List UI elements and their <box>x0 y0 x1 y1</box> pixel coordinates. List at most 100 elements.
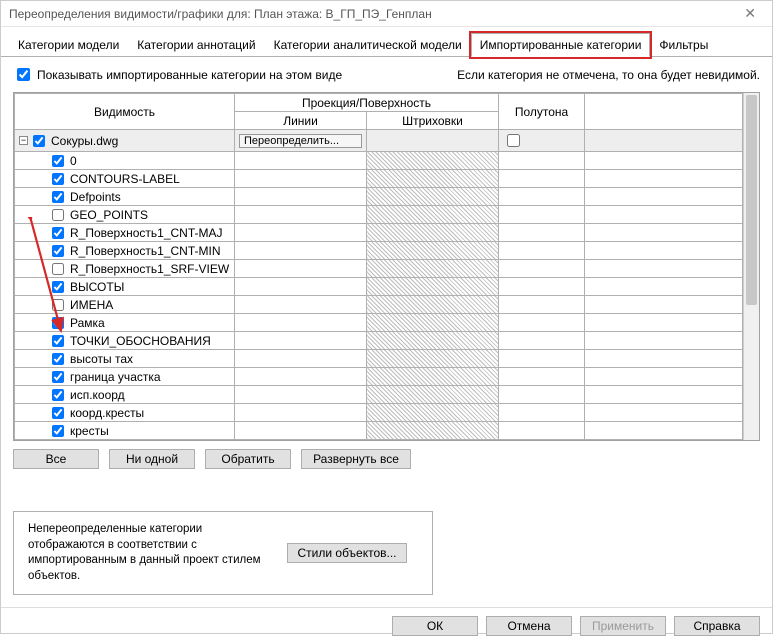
hatch-cell[interactable] <box>367 224 499 242</box>
halftone-cell[interactable] <box>499 296 585 314</box>
lines-cell[interactable] <box>235 278 367 296</box>
table-row[interactable]: высоты тах <box>15 350 743 368</box>
halftone-cell[interactable] <box>499 152 585 170</box>
show-imported-checkbox[interactable]: Показывать импортированные категории на … <box>13 65 342 84</box>
halftone-cell[interactable] <box>499 206 585 224</box>
table-row-root[interactable]: − Сокуры.dwg Переопределить... <box>15 130 743 152</box>
table-row[interactable]: ИМЕНА <box>15 296 743 314</box>
lines-cell[interactable] <box>235 152 367 170</box>
lines-cell[interactable] <box>235 368 367 386</box>
hatch-cell[interactable] <box>367 314 499 332</box>
root-hatch-cell[interactable] <box>367 130 499 152</box>
tab-filters[interactable]: Фильтры <box>650 33 717 57</box>
lines-cell[interactable] <box>235 206 367 224</box>
expand-toggle-icon[interactable]: − <box>19 136 28 145</box>
lines-cell[interactable] <box>235 296 367 314</box>
row-checkbox[interactable] <box>52 299 64 311</box>
table-row[interactable]: CONTOURS-LABEL <box>15 170 743 188</box>
table-row[interactable]: 0 <box>15 152 743 170</box>
halftone-cell[interactable] <box>499 404 585 422</box>
row-checkbox[interactable] <box>52 281 64 293</box>
override-lines-button[interactable]: Переопределить... <box>239 134 362 148</box>
halftone-cell[interactable] <box>499 242 585 260</box>
show-imported-input[interactable] <box>17 68 30 81</box>
halftone-cell[interactable] <box>499 350 585 368</box>
halftone-cell[interactable] <box>499 224 585 242</box>
table-row[interactable]: ВЫСОТЫ <box>15 278 743 296</box>
cancel-button[interactable]: Отмена <box>486 616 572 636</box>
hatch-cell[interactable] <box>367 206 499 224</box>
halftone-cell[interactable] <box>499 170 585 188</box>
row-checkbox[interactable] <box>52 227 64 239</box>
hatch-cell[interactable] <box>367 260 499 278</box>
lines-cell[interactable] <box>235 260 367 278</box>
hatch-cell[interactable] <box>367 422 499 440</box>
hatch-cell[interactable] <box>367 278 499 296</box>
hatch-cell[interactable] <box>367 188 499 206</box>
ok-button[interactable]: ОК <box>392 616 478 636</box>
help-button[interactable]: Справка <box>674 616 760 636</box>
lines-cell[interactable] <box>235 242 367 260</box>
table-row[interactable]: R_Поверхность1_SRF-VIEW <box>15 260 743 278</box>
row-checkbox[interactable] <box>52 155 64 167</box>
row-checkbox[interactable] <box>52 173 64 185</box>
row-checkbox[interactable] <box>52 263 64 275</box>
table-row[interactable]: исп.коорд <box>15 386 743 404</box>
halftone-cell[interactable] <box>499 422 585 440</box>
root-halftone-checkbox[interactable] <box>507 134 520 147</box>
table-row[interactable]: Рамка <box>15 314 743 332</box>
table-row[interactable]: ТОЧКИ_ОБОСНОВАНИЯ <box>15 332 743 350</box>
halftone-cell[interactable] <box>499 332 585 350</box>
halftone-cell[interactable] <box>499 314 585 332</box>
root-checkbox[interactable] <box>33 135 45 147</box>
lines-cell[interactable] <box>235 170 367 188</box>
hatch-cell[interactable] <box>367 152 499 170</box>
hatch-cell[interactable] <box>367 242 499 260</box>
row-checkbox[interactable] <box>52 317 64 329</box>
row-checkbox[interactable] <box>52 425 64 437</box>
hatch-cell[interactable] <box>367 296 499 314</box>
expand-all-button[interactable]: Развернуть все <box>301 449 411 469</box>
select-all-button[interactable]: Все <box>13 449 99 469</box>
vertical-scrollbar[interactable] <box>743 93 759 440</box>
hatch-cell[interactable] <box>367 368 499 386</box>
tab-model[interactable]: Категории модели <box>9 33 128 57</box>
table-row[interactable]: Defpoints <box>15 188 743 206</box>
row-checkbox[interactable] <box>52 335 64 347</box>
lines-cell[interactable] <box>235 314 367 332</box>
lines-cell[interactable] <box>235 188 367 206</box>
row-checkbox[interactable] <box>52 371 64 383</box>
row-checkbox[interactable] <box>52 407 64 419</box>
tab-annotation[interactable]: Категории аннотаций <box>128 33 264 57</box>
hatch-cell[interactable] <box>367 332 499 350</box>
row-checkbox[interactable] <box>52 389 64 401</box>
object-styles-button[interactable]: Стили объектов... <box>287 543 407 563</box>
hatch-cell[interactable] <box>367 350 499 368</box>
scrollbar-thumb[interactable] <box>746 95 757 305</box>
table-row[interactable]: R_Поверхность1_CNT-MAJ <box>15 224 743 242</box>
lines-cell[interactable] <box>235 224 367 242</box>
row-checkbox[interactable] <box>52 209 64 221</box>
hatch-cell[interactable] <box>367 386 499 404</box>
table-row[interactable]: R_Поверхность1_CNT-MIN <box>15 242 743 260</box>
halftone-cell[interactable] <box>499 278 585 296</box>
lines-cell[interactable] <box>235 350 367 368</box>
halftone-cell[interactable] <box>499 260 585 278</box>
lines-cell[interactable] <box>235 422 367 440</box>
table-row[interactable]: кресты <box>15 422 743 440</box>
tab-analytical[interactable]: Категории аналитической модели <box>265 33 471 57</box>
lines-cell[interactable] <box>235 404 367 422</box>
halftone-cell[interactable] <box>499 368 585 386</box>
halftone-cell[interactable] <box>499 188 585 206</box>
halftone-cell[interactable] <box>499 386 585 404</box>
row-checkbox[interactable] <box>52 191 64 203</box>
hatch-cell[interactable] <box>367 170 499 188</box>
lines-cell[interactable] <box>235 386 367 404</box>
table-row[interactable]: GEO_POINTS <box>15 206 743 224</box>
table-row[interactable]: граница участка <box>15 368 743 386</box>
row-checkbox[interactable] <box>52 353 64 365</box>
apply-button[interactable]: Применить <box>580 616 666 636</box>
select-none-button[interactable]: Ни одной <box>109 449 195 469</box>
table-row[interactable]: коорд.кресты <box>15 404 743 422</box>
tab-imported[interactable]: Импортированные категории <box>471 33 651 57</box>
